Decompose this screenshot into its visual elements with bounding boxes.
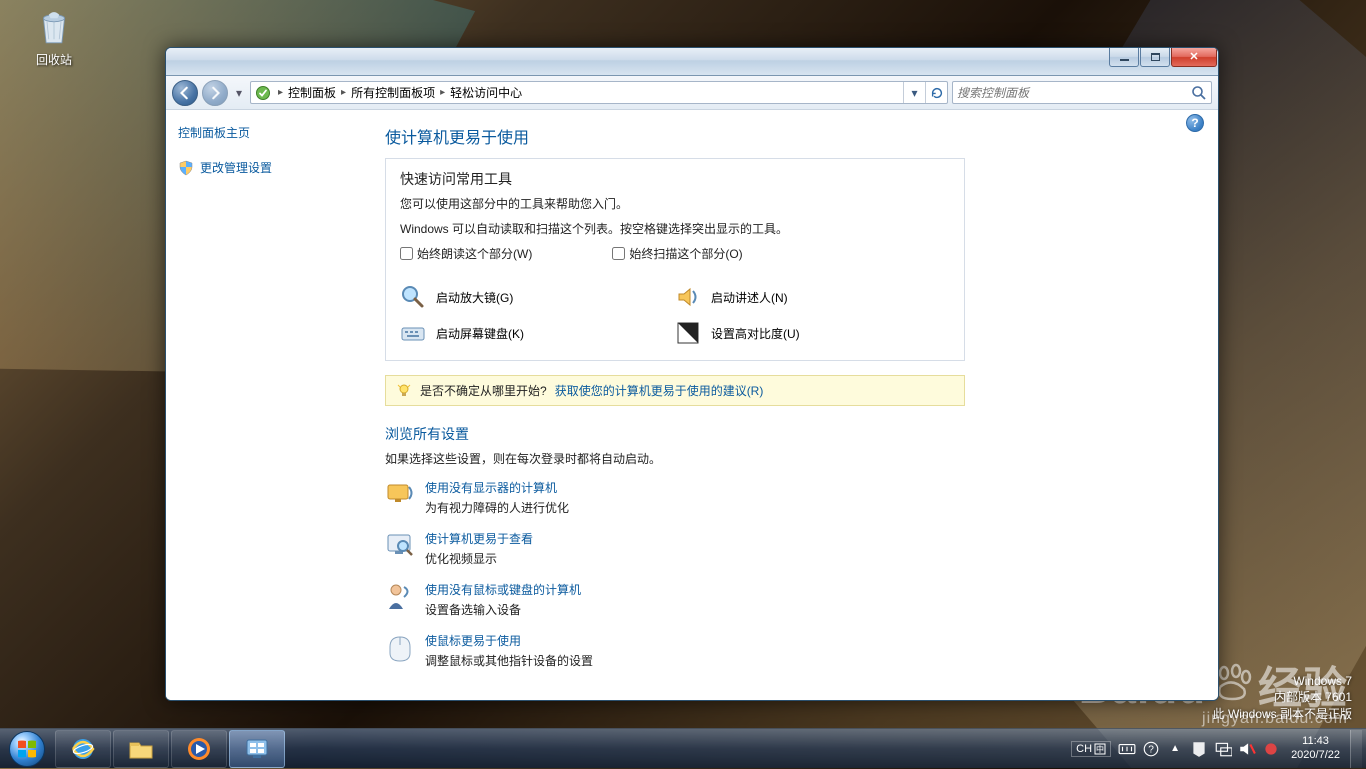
tools-desc2: Windows 可以自动读取和扫描这个列表。按空格键选择突出显示的工具。 bbox=[400, 220, 950, 237]
help-icon[interactable]: ? bbox=[1186, 114, 1204, 132]
tray-action-center-icon[interactable] bbox=[1190, 740, 1208, 758]
svg-text:中: 中 bbox=[1096, 744, 1104, 754]
taskbar: CH 中 ? ▲ 11:43 2020/7/22 bbox=[0, 728, 1366, 768]
start-narrator[interactable]: 启动讲述人(N) bbox=[675, 284, 950, 310]
tools-desc1: 您可以使用这部分中的工具来帮助您入门。 bbox=[400, 195, 950, 212]
always-read-checkbox[interactable]: 始终朗读这个部分(W) bbox=[400, 245, 532, 262]
breadcrumb[interactable]: ▸ 控制面板 ▸ 所有控制面板项 ▸ 轻松访问中心 ▾ bbox=[250, 81, 948, 104]
tray-help-icon[interactable]: ? bbox=[1142, 740, 1160, 758]
taskbar-ie[interactable] bbox=[55, 730, 111, 768]
taskbar-media-player[interactable] bbox=[171, 730, 227, 768]
search-box[interactable] bbox=[952, 81, 1212, 104]
browse-title: 浏览所有设置 bbox=[385, 424, 1208, 444]
control-panel-window: ✕ ▾ ▸ 控制面板 ▸ 所有控制面板项 ▸ 轻松访问中心 ▾ bbox=[165, 47, 1219, 701]
option-no-mouse-keyboard: 使用没有鼠标或键盘的计算机 设置备选输入设备 bbox=[385, 581, 1208, 618]
set-high-contrast[interactable]: 设置高对比度(U) bbox=[675, 320, 950, 346]
option-desc: 优化视频显示 bbox=[425, 550, 533, 567]
breadcrumb-seg[interactable]: 所有控制面板项 bbox=[349, 84, 437, 101]
maximize-button[interactable] bbox=[1140, 48, 1170, 67]
recycle-bin-label: 回收站 bbox=[24, 51, 84, 68]
tray-unknown-icon[interactable] bbox=[1262, 740, 1280, 758]
lightbulb-icon bbox=[396, 383, 412, 399]
address-bar: ▾ ▸ 控制面板 ▸ 所有控制面板项 ▸ 轻松访问中心 ▾ bbox=[166, 76, 1218, 110]
magnifier-icon bbox=[400, 284, 426, 310]
breadcrumb-dropdown[interactable]: ▾ bbox=[903, 82, 925, 103]
nav-back-button[interactable] bbox=[172, 80, 198, 106]
tray-volume-icon[interactable] bbox=[1238, 740, 1256, 758]
option-link[interactable]: 使鼠标更易于使用 bbox=[425, 634, 521, 648]
nav-history-dropdown[interactable]: ▾ bbox=[232, 83, 246, 103]
mouse-icon bbox=[385, 632, 415, 662]
svg-text:?: ? bbox=[1148, 744, 1154, 755]
windows-orb-icon bbox=[9, 731, 45, 767]
taskbar-explorer[interactable] bbox=[113, 730, 169, 768]
search-icon[interactable] bbox=[1191, 85, 1207, 101]
recycle-bin-icon bbox=[33, 6, 75, 48]
recycle-bin[interactable]: 回收站 bbox=[24, 6, 84, 68]
hint-banner: 是否不确定从哪里开始? 获取使您的计算机更易于使用的建议(R) bbox=[385, 375, 965, 406]
breadcrumb-seg[interactable]: 控制面板 bbox=[286, 84, 338, 101]
tools-subtitle: 快速访问常用工具 bbox=[400, 169, 950, 189]
start-magnifier[interactable]: 启动放大镜(G) bbox=[400, 284, 675, 310]
start-button[interactable] bbox=[0, 729, 54, 769]
sidebar-admin-label: 更改管理设置 bbox=[200, 159, 272, 176]
shield-icon bbox=[178, 160, 194, 176]
desktop-watermark: Windows 7 内部版本 7601 此 Windows 副本不是正版 bbox=[1213, 674, 1352, 722]
show-desktop-button[interactable] bbox=[1350, 730, 1362, 768]
option-mouse-easier: 使鼠标更易于使用 调整鼠标或其他指针设备的设置 bbox=[385, 632, 1208, 669]
option-desc: 调整鼠标或其他指针设备的设置 bbox=[425, 652, 593, 669]
browse-subtitle: 如果选择这些设置，则在每次登录时都将自动启动。 bbox=[385, 450, 1208, 467]
language-indicator[interactable]: CH 中 bbox=[1071, 741, 1111, 757]
system-tray: CH 中 ? ▲ 11:43 2020/7/22 bbox=[1067, 729, 1366, 768]
option-desc: 设置备选输入设备 bbox=[425, 601, 581, 618]
tray-keyboard-icon[interactable] bbox=[1118, 740, 1136, 758]
breadcrumb-icon bbox=[255, 85, 271, 101]
option-link[interactable]: 使计算机更易于查看 bbox=[425, 532, 533, 546]
taskbar-control-panel[interactable] bbox=[229, 730, 285, 768]
monitor-speak-icon bbox=[385, 479, 415, 509]
option-easier-to-see: 使计算机更易于查看 优化视频显示 bbox=[385, 530, 1208, 567]
tray-show-hidden[interactable]: ▲ bbox=[1166, 740, 1184, 758]
close-button[interactable]: ✕ bbox=[1171, 48, 1217, 67]
monitor-magnify-icon bbox=[385, 530, 415, 560]
main-content: ? 使计算机更易于使用 快速访问常用工具 您可以使用这部分中的工具来帮助您入门。… bbox=[365, 110, 1218, 700]
narrator-icon bbox=[675, 284, 701, 310]
tray-clock[interactable]: 11:43 2020/7/22 bbox=[1291, 735, 1340, 763]
option-link[interactable]: 使用没有鼠标或键盘的计算机 bbox=[425, 583, 581, 597]
tray-network-icon[interactable] bbox=[1214, 740, 1232, 758]
option-desc: 为有视力障碍的人进行优化 bbox=[425, 499, 569, 516]
hint-link[interactable]: 获取使您的计算机更易于使用的建议(R) bbox=[555, 382, 764, 399]
breadcrumb-seg[interactable]: 轻松访问中心 bbox=[448, 84, 524, 101]
refresh-button[interactable] bbox=[925, 82, 947, 103]
sidebar: 控制面板主页 更改管理设置 bbox=[166, 110, 365, 700]
search-input[interactable] bbox=[957, 86, 1191, 100]
minimize-button[interactable] bbox=[1109, 48, 1139, 67]
keyboard-icon bbox=[400, 320, 426, 346]
sidebar-admin-settings[interactable]: 更改管理设置 bbox=[178, 159, 353, 176]
contrast-icon bbox=[675, 320, 701, 346]
titlebar: ✕ bbox=[166, 48, 1218, 76]
start-osk[interactable]: 启动屏幕键盘(K) bbox=[400, 320, 675, 346]
option-link[interactable]: 使用没有显示器的计算机 bbox=[425, 481, 557, 495]
hint-text: 是否不确定从哪里开始? bbox=[420, 382, 547, 399]
page-title: 使计算机更易于使用 bbox=[385, 124, 1208, 148]
option-no-display: 使用没有显示器的计算机 为有视力障碍的人进行优化 bbox=[385, 479, 1208, 516]
person-speak-icon bbox=[385, 581, 415, 611]
always-scan-checkbox[interactable]: 始终扫描这个部分(O) bbox=[612, 245, 742, 262]
sidebar-home-link[interactable]: 控制面板主页 bbox=[178, 124, 353, 141]
nav-forward-button[interactable] bbox=[202, 80, 228, 106]
ime-icon: 中 bbox=[1094, 743, 1106, 755]
quick-access-box: 快速访问常用工具 您可以使用这部分中的工具来帮助您入门。 Windows 可以自… bbox=[385, 158, 965, 361]
